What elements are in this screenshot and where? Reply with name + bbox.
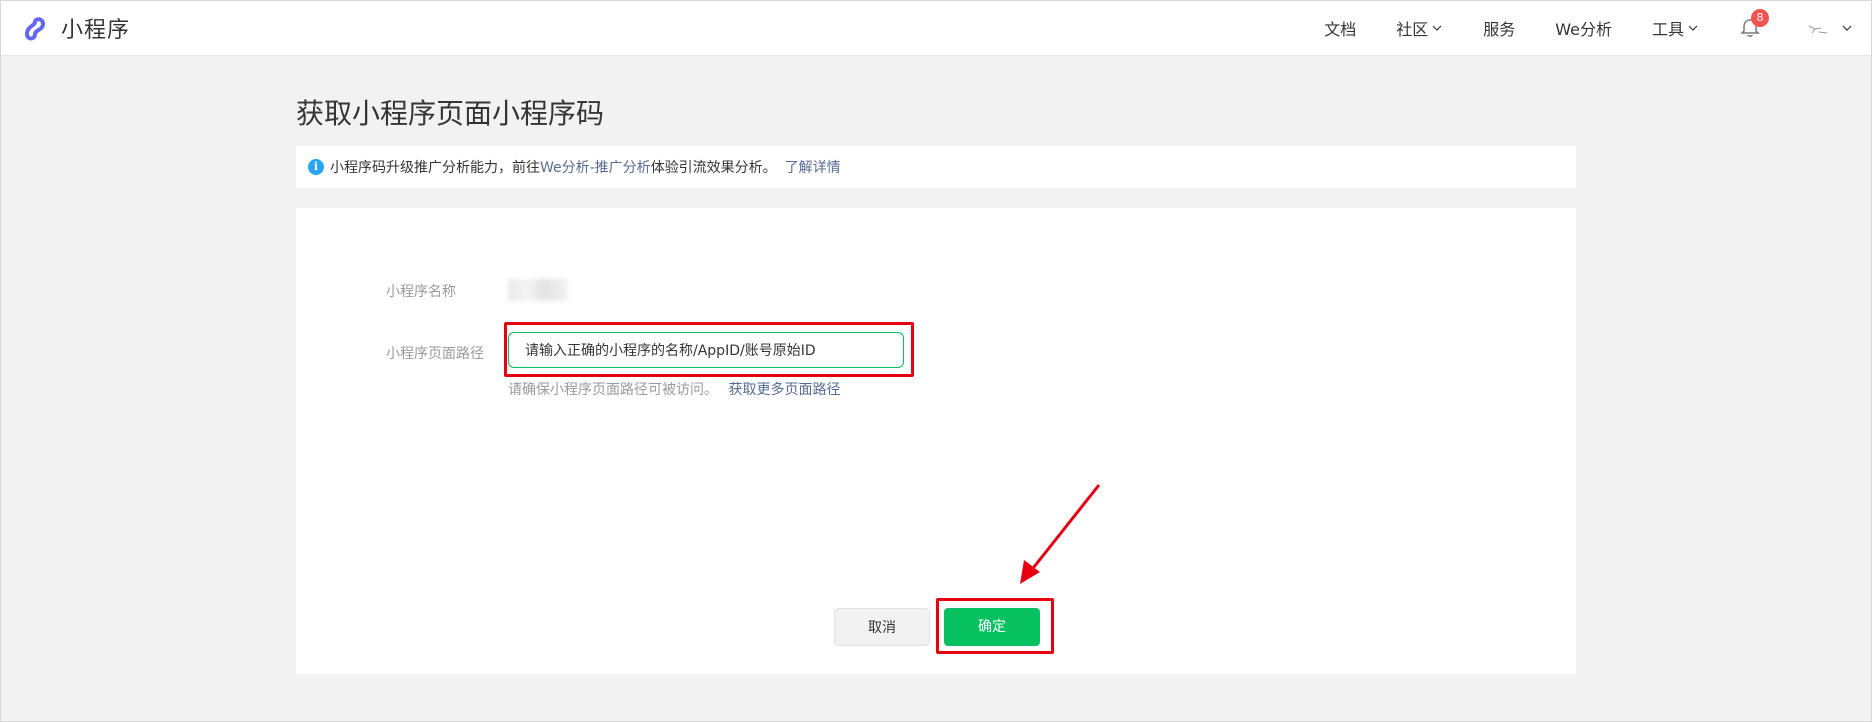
info-icon: i xyxy=(308,159,324,175)
mini-program-name-value xyxy=(508,279,568,301)
nav-item-community[interactable]: 社区 xyxy=(1396,16,1443,40)
nav-item-label: 服务 xyxy=(1483,20,1516,39)
nav-item-label: We分析 xyxy=(1555,20,1612,39)
app-name: 小程序 xyxy=(61,18,131,43)
nav-item-we-analytics[interactable]: We分析 xyxy=(1555,16,1612,40)
avatar xyxy=(1805,14,1833,42)
notifications-button[interactable]: 8 xyxy=(1739,9,1769,41)
brand-logo[interactable]: 小程序 xyxy=(19,10,130,46)
account-menu[interactable] xyxy=(1805,14,1853,42)
nav-item-tools[interactable]: 工具 xyxy=(1652,16,1699,40)
page-title: 获取小程序页面小程序码 xyxy=(296,97,605,130)
top-nav: 文档 社区 服务 We分析 工具 8 xyxy=(1324,1,1871,55)
chevron-down-icon xyxy=(1842,25,1852,31)
notice-text: 小程序码升级推广分析能力，前往 xyxy=(330,160,540,176)
more-paths-link[interactable]: 获取更多页面路径 xyxy=(728,382,840,398)
notice-bar: i 小程序码升级推广分析能力，前往 We分析-推广分析 体验引流效果分析。 了解… xyxy=(296,146,1576,188)
chevron-down-icon xyxy=(1432,25,1442,31)
chevron-down-icon xyxy=(1688,25,1698,31)
confirm-button[interactable]: 确定 xyxy=(944,608,1040,646)
hint-text: 请确保小程序页面路径可被访问。 xyxy=(508,382,718,398)
name-label: 小程序名称 xyxy=(386,284,456,300)
path-label: 小程序页面路径 xyxy=(386,346,484,362)
notice-text-after: 体验引流效果分析。 xyxy=(650,160,777,176)
nav-item-label: 工具 xyxy=(1651,20,1684,39)
top-navigation-bar: 小程序 文档 社区 服务 We分析 工具 8 xyxy=(1,1,1871,56)
cancel-button[interactable]: 取消 xyxy=(834,608,930,646)
nav-item-services[interactable]: 服务 xyxy=(1483,16,1515,40)
annotation-arrow-icon xyxy=(1020,484,1101,584)
nav-item-label: 社区 xyxy=(1396,20,1429,39)
page-path-input[interactable] xyxy=(508,332,904,368)
path-hint: 请确保小程序页面路径可被访问。 获取更多页面路径 xyxy=(508,379,840,399)
mini-program-logo-icon xyxy=(24,17,46,41)
form-card: 小程序名称 小程序页面路径 请确保小程序页面路径可被访问。 获取更多页面路径 取… xyxy=(296,208,1576,674)
we-analytics-link[interactable]: We分析-推广分析 xyxy=(540,157,651,177)
notification-badge: 8 xyxy=(1751,9,1769,27)
nav-item-label: 文档 xyxy=(1324,20,1357,39)
learn-more-link[interactable]: 了解详情 xyxy=(785,157,841,177)
avatar-image-icon xyxy=(1808,25,1828,34)
nav-item-docs[interactable]: 文档 xyxy=(1324,16,1356,40)
